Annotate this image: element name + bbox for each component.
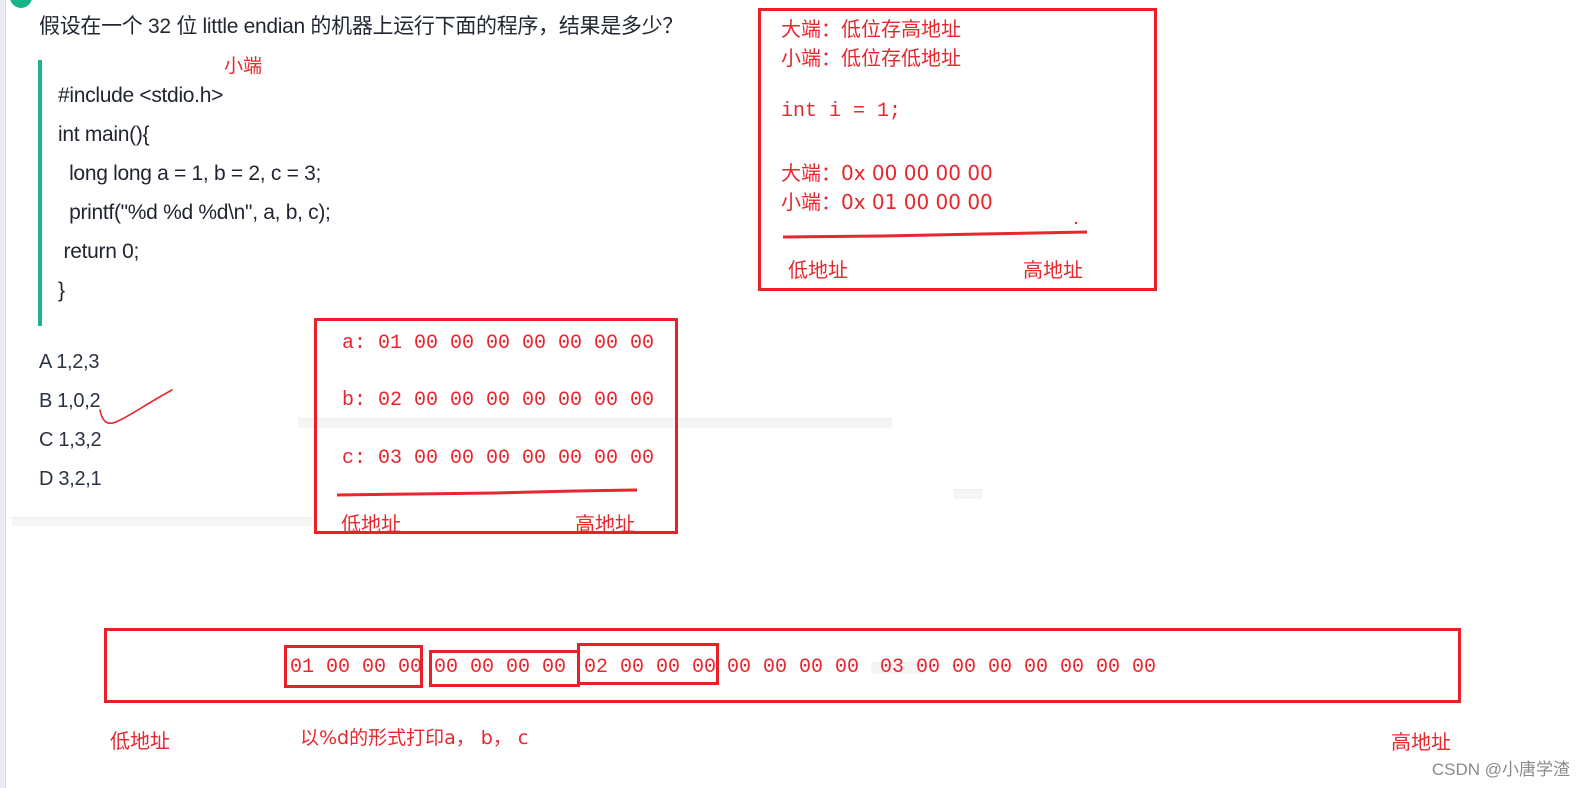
question-text: 假设在一个 32 位 little endian 的机器上运行下面的程序，结果是… (39, 15, 684, 38)
code-line: #include <stdio.h> (58, 84, 224, 107)
code-line: long long a = 1, b = 2, c = 3; (58, 162, 322, 185)
option-b: B 1,0,2 (39, 390, 101, 412)
print-caption: 以%d的形式打印a， b， c (300, 727, 529, 749)
memory-layout-box: a: 01 00 00 00 00 00 00 00 b: 02 00 00 0… (314, 318, 678, 536)
big-endian-rule: 大端：低位存高地址 (781, 17, 961, 41)
high-address-label: 高地址 (575, 512, 635, 536)
memory-row-b: b: 02 00 00 00 00 00 00 00 (342, 389, 655, 412)
low-address-label: 低地址 (110, 729, 170, 753)
checkmark-annotation (99, 389, 173, 425)
code-line: int main(){ (58, 123, 150, 146)
example-declaration: int i = 1; (781, 100, 902, 123)
byte-group-1: 01 00 00 00 (290, 656, 423, 679)
csdn-watermark: CSDN @小唐学渣 (1431, 760, 1570, 779)
code-line: } (58, 279, 65, 302)
memory-row-c: c: 03 00 00 00 00 00 00 00 (342, 447, 655, 470)
little-endian-annotation: 小端 (224, 55, 263, 77)
low-address-label: 低地址 (788, 258, 848, 282)
separator-bar (954, 489, 982, 499)
endian-note-box: 大端：低位存高地址 小端：低位存低地址 int i = 1; 大端：0x 00 … (758, 8, 1157, 291)
low-address-label: 低地址 (341, 512, 401, 536)
code-line: printf("%d %d %d\n", a, b, c); (58, 201, 331, 224)
byte-group-2: 00 00 00 00 (434, 656, 567, 679)
byte-group-3: 02 00 00 00 (584, 656, 717, 679)
address-axis-line (782, 221, 1088, 239)
code-line: return 0; (58, 240, 140, 263)
high-address-label: 高地址 (1391, 730, 1451, 754)
memory-row-a: a: 01 00 00 00 00 00 00 00 (342, 332, 655, 355)
high-address-label: 高地址 (1023, 258, 1083, 282)
left-edge-border (0, 0, 6, 788)
little-endian-bytes: 小端：0x 01 00 00 00 (781, 190, 993, 214)
code-block: #include <stdio.h> int main(){ long long… (38, 60, 738, 326)
byte-group-4: 00 00 00 00 (727, 656, 860, 679)
option-a: A 1,2,3 (39, 351, 100, 373)
little-endian-rule: 小端：低位存低地址 (781, 46, 961, 70)
byte-group-5: 03 00 00 00 00 00 00 00 (880, 656, 1157, 679)
big-endian-bytes: 大端：0x 00 00 00 00 (781, 161, 993, 185)
separator-bar (12, 517, 312, 526)
address-axis-line (336, 488, 638, 497)
question-marker-dot (10, 0, 32, 8)
option-c: C 1,3,2 (39, 429, 102, 451)
option-d: D 3,2,1 (39, 468, 102, 490)
